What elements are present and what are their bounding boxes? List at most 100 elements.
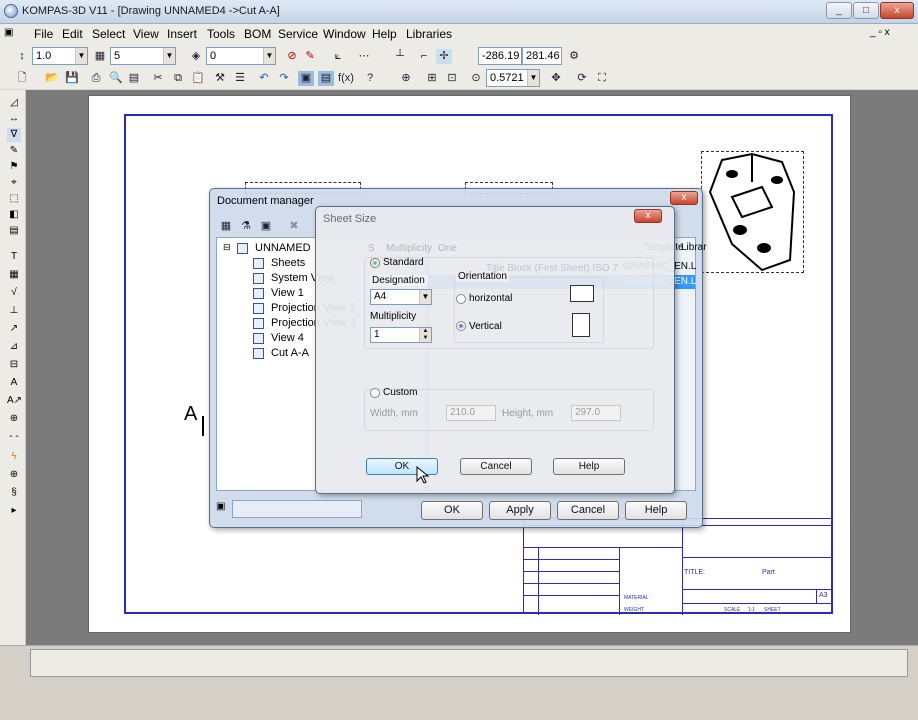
- mark-icon[interactable]: ⊿: [7, 340, 21, 354]
- sheet-cancel-button[interactable]: Cancel: [460, 458, 532, 475]
- centerline-icon[interactable]: - -: [7, 430, 21, 444]
- variables-icon[interactable]: f(x): [338, 71, 354, 86]
- more-icon[interactable]: ▸: [7, 504, 21, 518]
- wavy-line-icon[interactable]: §: [7, 486, 21, 500]
- pdf-icon[interactable]: ▤: [126, 71, 142, 86]
- geometry-icon[interactable]: ◿: [7, 96, 21, 110]
- menu-view[interactable]: View: [133, 27, 159, 41]
- roughness-icon[interactable]: √: [7, 286, 21, 300]
- spin-icon[interactable]: ▲ ▼: [419, 328, 431, 342]
- zoom-icon[interactable]: ⊙: [468, 71, 484, 86]
- dimension-icon[interactable]: ↔: [7, 112, 21, 126]
- undo-icon[interactable]: ↶: [256, 71, 272, 86]
- maximize-button[interactable]: □: [853, 2, 879, 19]
- cut-icon[interactable]: ✂: [150, 71, 166, 86]
- menu-file[interactable]: File: [34, 27, 53, 41]
- style-combo[interactable]: 0 ▼: [206, 47, 276, 65]
- measure-icon[interactable]: ⌖: [7, 176, 21, 190]
- spec-icon[interactable]: ▤: [7, 224, 21, 238]
- print-icon[interactable]: ⎙: [88, 71, 104, 86]
- minimize-button[interactable]: _: [826, 2, 852, 19]
- select-icon[interactable]: ⬚: [7, 192, 21, 206]
- chevron-down-icon[interactable]: ▼: [527, 70, 539, 86]
- menu-window[interactable]: Window: [323, 27, 366, 41]
- ortho-icon[interactable]: ⌐: [416, 49, 432, 64]
- parametrize-icon[interactable]: ⚑: [7, 160, 21, 174]
- cursor-icon[interactable]: ✢: [436, 49, 452, 64]
- snap-settings-icon[interactable]: ✎: [302, 49, 318, 64]
- collapse-icon[interactable]: ⊟: [223, 242, 231, 253]
- save-icon[interactable]: 💾: [64, 71, 80, 86]
- associative-icon[interactable]: ◧: [7, 208, 21, 222]
- new-sheet-icon[interactable]: ▦: [218, 219, 234, 234]
- chevron-down-icon[interactable]: ▼: [263, 48, 275, 64]
- preview-icon[interactable]: 🔍: [108, 71, 124, 86]
- ok-button[interactable]: OK: [421, 501, 483, 520]
- redo-icon[interactable]: ↷: [276, 71, 292, 86]
- list-icon[interactable]: ☰: [232, 71, 248, 86]
- custom-radio[interactable]: [370, 388, 380, 398]
- menu-select[interactable]: Select: [92, 27, 125, 41]
- menu-help[interactable]: Help: [372, 27, 397, 41]
- zoom-window-icon[interactable]: ⊞: [424, 71, 440, 86]
- table-icon[interactable]: ▦: [7, 268, 21, 282]
- designation-select[interactable]: A4 ▼: [370, 289, 432, 305]
- symbols-icon[interactable]: ∇: [7, 128, 21, 142]
- new-layout-icon[interactable]: ⚗: [238, 219, 254, 234]
- coord-x-field[interactable]: -286.19: [478, 47, 522, 65]
- document-icon[interactable]: ▣: [4, 27, 13, 38]
- layer-combo[interactable]: 5 ▼: [110, 47, 176, 65]
- delete-icon[interactable]: ✖: [286, 219, 302, 234]
- copy-icon[interactable]: ⧉: [170, 71, 186, 86]
- menu-service[interactable]: Service: [278, 27, 318, 41]
- pan-icon[interactable]: ✥: [548, 71, 564, 86]
- scale-combo[interactable]: 1.0 ▼: [32, 47, 88, 65]
- fit-icon[interactable]: ⛶: [594, 71, 610, 86]
- help-pointer-icon[interactable]: ?: [362, 71, 378, 86]
- base-icon[interactable]: ⊥: [7, 304, 21, 318]
- cancel-button[interactable]: Cancel: [557, 501, 619, 520]
- zoom-combo[interactable]: 0.5721 ▼: [486, 69, 540, 87]
- menu-tools[interactable]: Tools: [207, 27, 235, 41]
- doc-manager-icon[interactable]: ▣: [298, 71, 314, 86]
- chevron-down-icon[interactable]: ▼: [419, 290, 431, 304]
- menu-insert[interactable]: Insert: [167, 27, 197, 41]
- style-icon[interactable]: ◈: [188, 49, 204, 64]
- sheet-help-button[interactable]: Help: [553, 458, 625, 475]
- menu-edit[interactable]: Edit: [62, 27, 83, 41]
- tolerance-icon[interactable]: ⊟: [7, 358, 21, 372]
- menu-libraries[interactable]: Libraries: [406, 27, 452, 41]
- zoom-all-icon[interactable]: ⊡: [444, 71, 460, 86]
- lightning-icon[interactable]: ϟ: [7, 450, 21, 464]
- title-block[interactable]: TITLE: Part A3 MATERIAL WEIGHT SCALE 1:1…: [523, 518, 833, 615]
- tree-view-1[interactable]: View 1: [271, 286, 304, 301]
- open-icon[interactable]: 📂: [44, 71, 60, 86]
- snap-icon[interactable]: ⊘: [284, 49, 300, 64]
- multiplicity-stepper[interactable]: 1 ▲ ▼: [370, 327, 432, 343]
- zoom-in-icon[interactable]: ⊕: [398, 71, 414, 86]
- layer-icon[interactable]: ▦: [92, 49, 108, 64]
- grid-icon[interactable]: ⋯: [356, 49, 372, 64]
- edit-icon[interactable]: ✎: [7, 144, 21, 158]
- local-cs-icon[interactable]: ⟀: [330, 49, 346, 64]
- new-document-icon[interactable]: 🗋: [14, 71, 30, 86]
- help-button[interactable]: Help: [625, 501, 687, 520]
- apply-button[interactable]: Apply: [489, 501, 551, 520]
- isometric-view[interactable]: [701, 151, 804, 273]
- cut-line-icon[interactable]: A: [7, 376, 21, 390]
- sheet-settings-icon[interactable]: ▣: [258, 219, 274, 234]
- view-arrow-icon[interactable]: A↗: [7, 394, 22, 408]
- vertical-radio[interactable]: [456, 321, 466, 331]
- height-field[interactable]: 297.0: [571, 405, 621, 421]
- tree-view-4[interactable]: View 4: [271, 331, 304, 346]
- close-button[interactable]: x: [880, 2, 914, 19]
- tree-root[interactable]: UNNAMED: [255, 241, 311, 256]
- chevron-down-icon[interactable]: ▼: [75, 48, 87, 64]
- tree-cut-a-a[interactable]: Cut A-A: [271, 346, 309, 361]
- properties-icon[interactable]: ⚒: [212, 71, 228, 86]
- cursor-settings-icon[interactable]: ⚙: [566, 49, 582, 64]
- dialog-close-button[interactable]: x: [634, 209, 662, 223]
- dialog-close-button[interactable]: x: [670, 191, 698, 205]
- horizontal-radio[interactable]: [456, 294, 466, 304]
- width-field[interactable]: 210.0: [446, 405, 496, 421]
